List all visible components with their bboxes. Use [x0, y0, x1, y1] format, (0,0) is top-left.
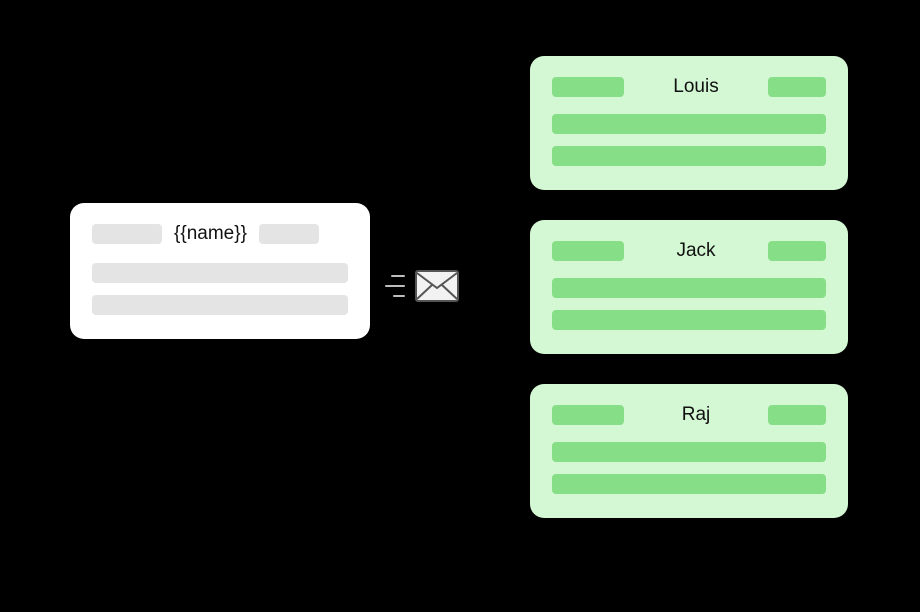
- output-name: Louis: [636, 76, 756, 98]
- placeholder-bar: [92, 295, 348, 315]
- template-card: {{name}}: [70, 203, 370, 339]
- placeholder-bar: [259, 224, 319, 244]
- placeholder-bar: [552, 310, 826, 330]
- placeholder-bar: [552, 442, 826, 462]
- output-card: Raj: [530, 384, 848, 518]
- output-card: Jack: [530, 220, 848, 354]
- output-cards: Louis Jack Raj: [530, 56, 848, 518]
- placeholder-bar: [552, 77, 624, 97]
- placeholder-bar: [552, 114, 826, 134]
- output-heading-row: Louis: [552, 76, 826, 98]
- output-name: Raj: [636, 404, 756, 426]
- template-heading-row: {{name}}: [92, 223, 348, 245]
- mail-icon: [415, 270, 459, 302]
- placeholder-bar: [552, 474, 826, 494]
- output-heading-row: Raj: [552, 404, 826, 426]
- output-heading-row: Jack: [552, 240, 826, 262]
- placeholder-bar: [768, 405, 826, 425]
- placeholder-bar: [92, 224, 162, 244]
- placeholder-bar: [552, 278, 826, 298]
- output-name: Jack: [636, 240, 756, 262]
- placeholder-bar: [552, 146, 826, 166]
- placeholder-bar: [768, 241, 826, 261]
- template-placeholder-token: {{name}}: [174, 223, 247, 245]
- send-indicator: [385, 270, 459, 302]
- motion-lines-icon: [385, 275, 405, 297]
- placeholder-bar: [768, 77, 826, 97]
- placeholder-bar: [552, 405, 624, 425]
- placeholder-bar: [552, 241, 624, 261]
- output-card: Louis: [530, 56, 848, 190]
- placeholder-bar: [92, 263, 348, 283]
